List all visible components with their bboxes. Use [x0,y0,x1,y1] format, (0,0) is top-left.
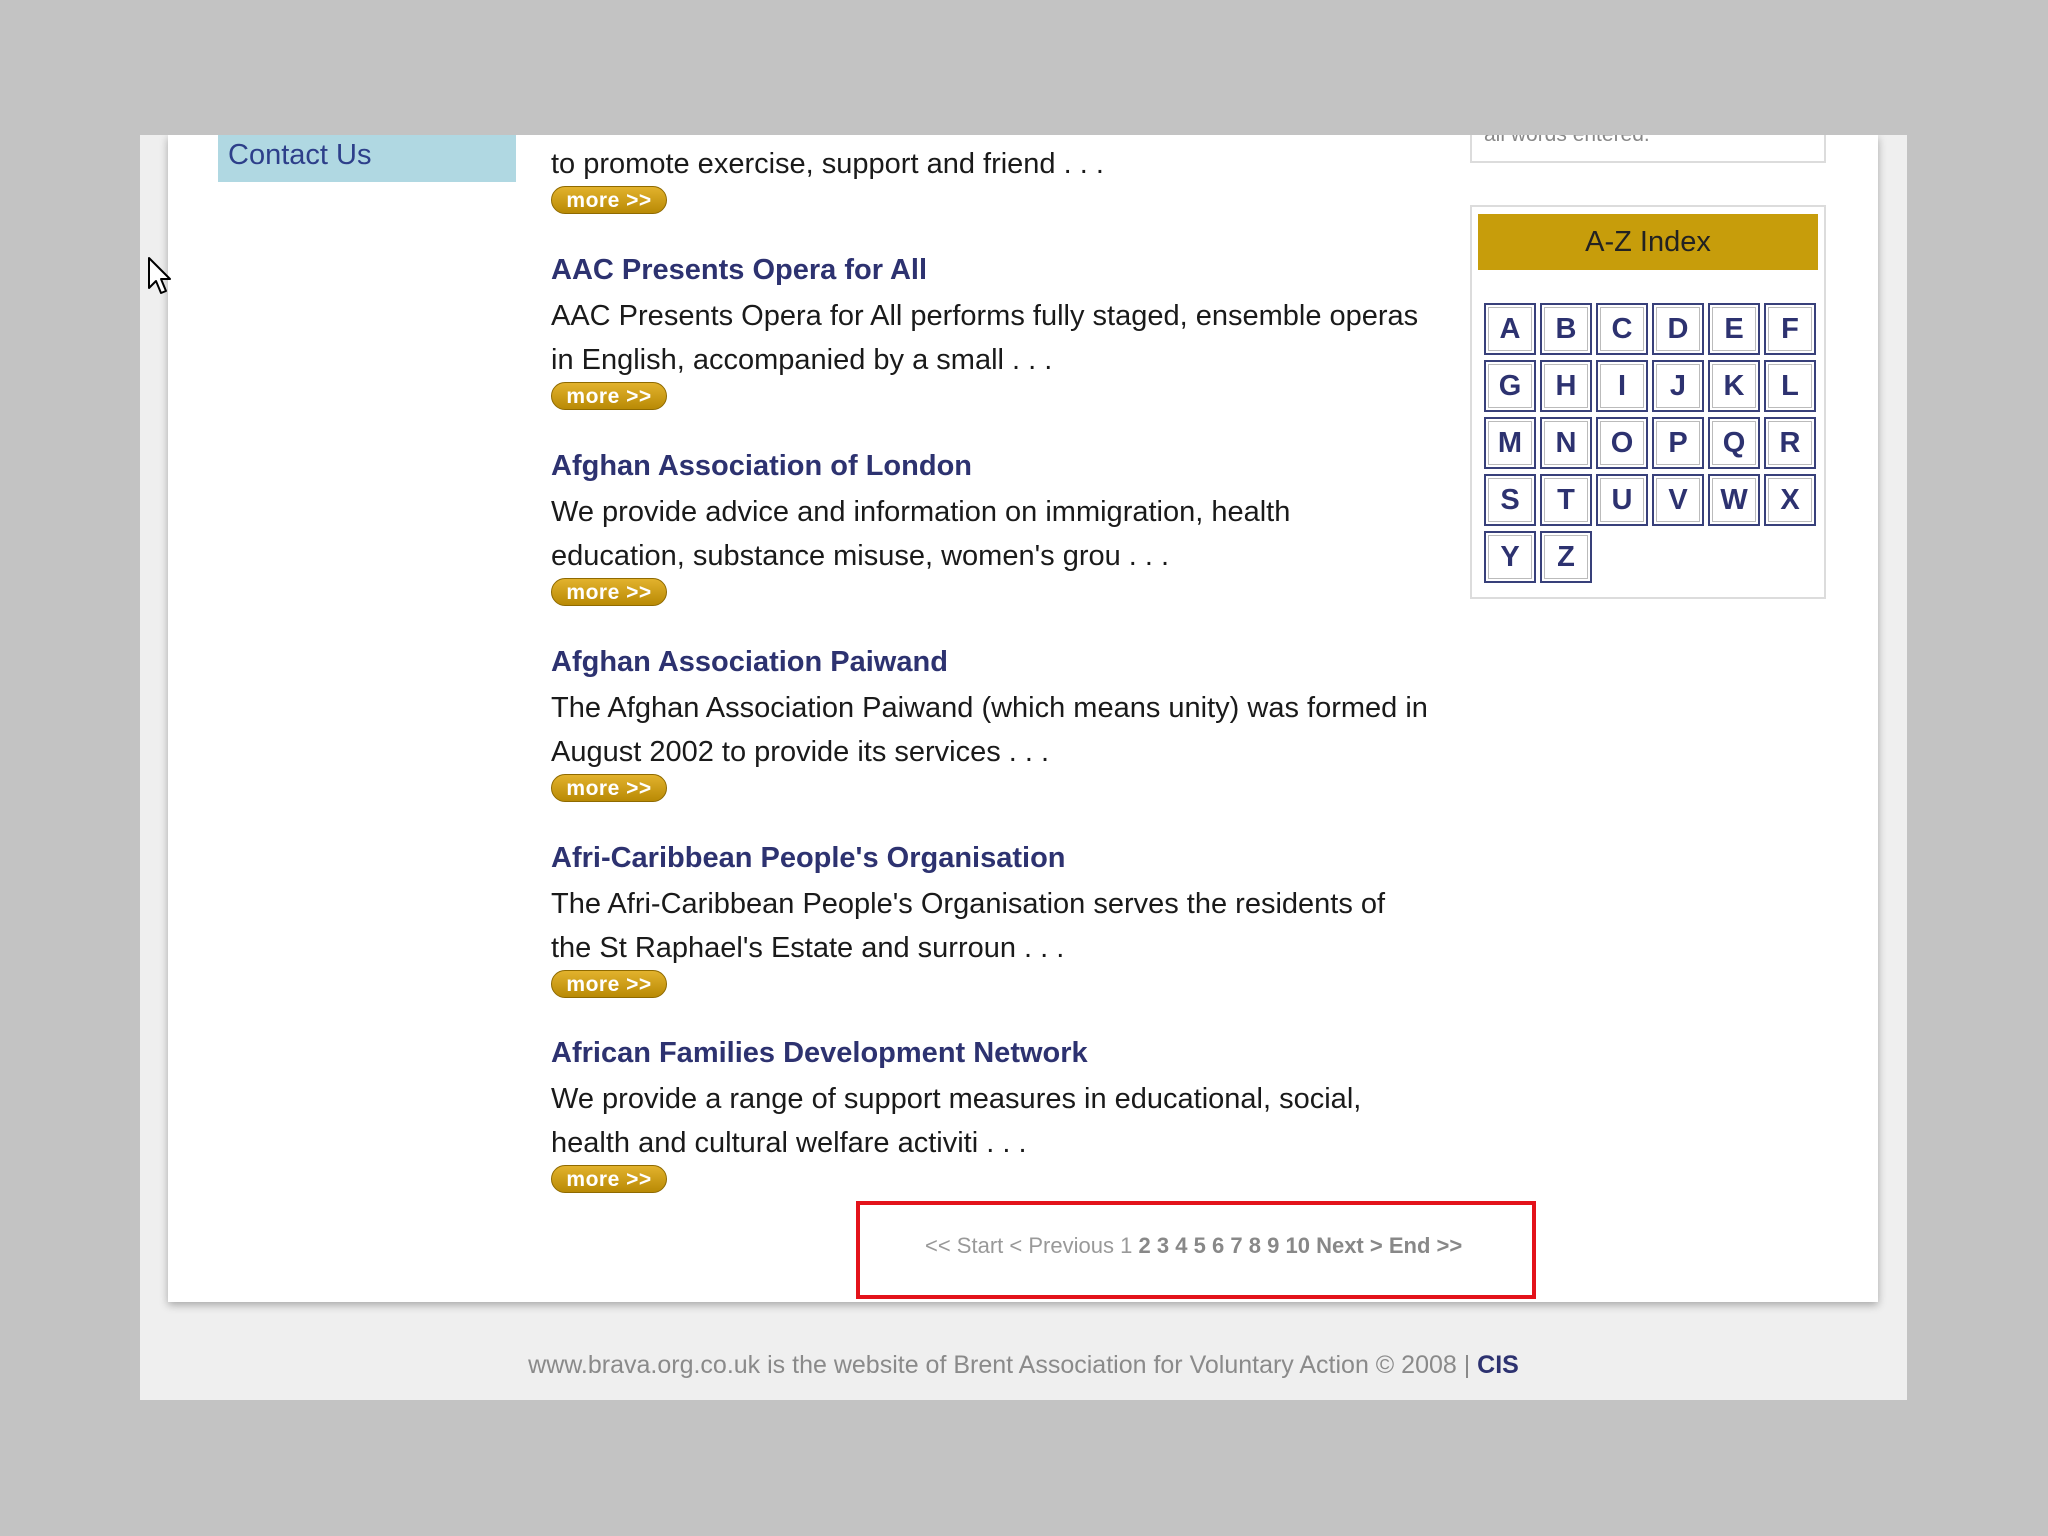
footer-text: www.brava.org.co.uk is the website of Br… [528,1351,1471,1379]
az-letter-z[interactable]: Z [1540,531,1592,583]
az-letter-b[interactable]: B [1540,303,1592,355]
pagination-next-link[interactable]: Next > [1316,1233,1383,1258]
pagination-page-link[interactable]: 10 [1285,1233,1309,1258]
az-letter-q[interactable]: Q [1708,417,1760,469]
entry-title-link[interactable]: AAC Presents Opera for All [551,252,1431,288]
az-letter-o[interactable]: O [1596,417,1648,469]
footer: www.brava.org.co.uk is the website of Br… [140,1351,1907,1380]
az-letter-r[interactable]: R [1764,417,1816,469]
entry-title-link[interactable]: Afghan Association Paiwand [551,644,1431,680]
az-letter-c[interactable]: C [1596,303,1648,355]
listing-entry-partial: to promote exercise, support and friend … [551,142,1431,214]
entry-title-link[interactable]: Afghan Association of London [551,448,1431,484]
listing-entry: Afghan Association of London We provide … [551,448,1431,606]
content-card: Contact Us to promote exercise, support … [168,135,1878,1302]
entry-description: We provide a range of support measures i… [551,1083,1362,1159]
entry-description: We provide advice and information on imm… [551,496,1291,572]
listing-entry: AAC Presents Opera for All AAC Presents … [551,252,1431,410]
pagination-previous-link[interactable]: < Previous [1009,1233,1114,1258]
nav-contact-us-link[interactable]: Contact Us [218,135,516,182]
pagination: << Start < Previous 1 2 3 4 5 6 7 8 9 10… [925,1233,1462,1259]
az-letter-grid: ABCDEF GHIJKL MNOPQR STUVWX YZ [1484,303,1816,583]
search-box: all words entered. [1470,135,1826,163]
more-button[interactable]: more >> [551,1165,667,1193]
entry-description: The Afri-Caribbean People's Organisation… [551,888,1386,964]
az-letter-d[interactable]: D [1652,303,1704,355]
az-letter-e[interactable]: E [1708,303,1760,355]
listing-entry: Afri-Caribbean People's Organisation The… [551,840,1431,998]
listing-entry: Afghan Association Paiwand The Afghan As… [551,644,1431,802]
az-letter-i[interactable]: I [1596,360,1648,412]
az-letter-s[interactable]: S [1484,474,1536,526]
pagination-page-links: 2 3 4 5 6 7 8 9 10 [1138,1233,1316,1258]
az-index-title: A-Z Index [1478,214,1818,270]
pagination-page-link[interactable]: 9 [1267,1233,1279,1258]
footer-cis-link[interactable]: CIS [1477,1351,1519,1379]
az-letter-a[interactable]: A [1484,303,1536,355]
az-letter-t[interactable]: T [1540,474,1592,526]
pagination-end-link[interactable]: End >> [1389,1233,1462,1258]
entry-description: AAC Presents Opera for All performs full… [551,300,1419,376]
more-button[interactable]: more >> [551,578,667,606]
az-letter-k[interactable]: K [1708,360,1760,412]
pagination-page-link[interactable]: 3 [1157,1233,1169,1258]
az-letter-h[interactable]: H [1540,360,1592,412]
az-letter-n[interactable]: N [1540,417,1592,469]
search-hint-text: all words entered. [1484,135,1650,147]
az-letter-f[interactable]: F [1764,303,1816,355]
az-letter-u[interactable]: U [1596,474,1648,526]
browser-viewport: Contact Us to promote exercise, support … [140,135,1907,1400]
more-button[interactable]: more >> [551,382,667,410]
pagination-page-link[interactable]: 6 [1212,1233,1224,1258]
az-letter-w[interactable]: W [1708,474,1760,526]
entry-title-link[interactable]: Afri-Caribbean People's Organisation [551,840,1431,876]
entry-title-link[interactable]: African Families Development Network [551,1035,1431,1071]
more-button[interactable]: more >> [551,970,667,998]
az-letter-x[interactable]: X [1764,474,1816,526]
entry-description: to promote exercise, support and friend … [551,148,1104,180]
az-letter-p[interactable]: P [1652,417,1704,469]
pagination-page-link[interactable]: 4 [1175,1233,1187,1258]
pagination-page-link[interactable]: 8 [1249,1233,1261,1258]
pagination-page-link[interactable]: 2 [1138,1233,1150,1258]
az-letter-g[interactable]: G [1484,360,1536,412]
listing-entry: African Families Development Network We … [551,1035,1431,1193]
az-index-panel: A-Z Index ABCDEF GHIJKL MNOPQR STUVWX YZ [1470,205,1826,599]
entry-description: The Afghan Association Paiwand (which me… [551,692,1428,768]
more-button[interactable]: more >> [551,186,667,214]
az-letter-j[interactable]: J [1652,360,1704,412]
more-button[interactable]: more >> [551,774,667,802]
az-letter-y[interactable]: Y [1484,531,1536,583]
pagination-page-link[interactable]: 5 [1194,1233,1206,1258]
az-letter-v[interactable]: V [1652,474,1704,526]
mouse-cursor-icon [148,257,171,294]
pagination-start-link[interactable]: << Start [925,1233,1003,1258]
az-letter-l[interactable]: L [1764,360,1816,412]
pagination-current-page: 1 [1120,1233,1133,1258]
az-letter-m[interactable]: M [1484,417,1536,469]
pagination-page-link[interactable]: 7 [1230,1233,1242,1258]
